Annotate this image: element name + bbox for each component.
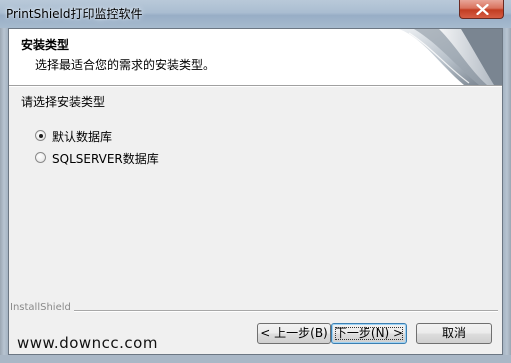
close-button[interactable]	[459, 0, 504, 19]
back-button-label[interactable]: < 上一步(B)	[260, 326, 327, 340]
radio-button[interactable]	[35, 152, 46, 163]
header-panel: 安装类型 选择最适合您的需求的安装类型。	[9, 29, 502, 86]
window-frame-bottom	[0, 355, 511, 363]
site-watermark: www.downcc.com	[17, 334, 158, 352]
back-button[interactable]: < 上一步(B)	[257, 323, 331, 344]
radio-label[interactable]: 默认数据库	[52, 128, 112, 145]
installshield-banner-graphic	[399, 29, 502, 85]
radio-button-selected[interactable]	[35, 130, 46, 141]
window-title: PrintShield打印监控软件	[6, 7, 143, 21]
next-button[interactable]: 下一步(N) >	[331, 323, 407, 344]
title-bar[interactable]: PrintShield打印监控软件	[0, 0, 511, 29]
header-subtitle: 选择最适合您的需求的安装类型。	[35, 58, 216, 72]
installshield-brand: InstallShield	[9, 302, 74, 313]
footer-divider	[35, 310, 498, 312]
radio-label[interactable]: SQLSERVER数据库	[52, 150, 159, 167]
install-type-prompt: 请选择安装类型	[21, 95, 106, 109]
close-icon	[476, 4, 489, 15]
window-frame-right	[503, 28, 511, 363]
dialog-body: 安装类型 选择最适合您的需求的安装类型。 请选择安装类型 默认数据库 SQLSE…	[8, 28, 503, 355]
cancel-button-label[interactable]: 取消	[442, 326, 466, 340]
cancel-button[interactable]: 取消	[416, 323, 492, 344]
window-frame-left	[0, 28, 8, 363]
focus-ring	[335, 327, 403, 340]
header-title: 安装类型	[21, 38, 70, 52]
